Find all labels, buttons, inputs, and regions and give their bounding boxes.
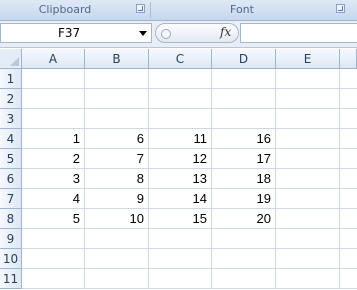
cell[interactable]: 17 (212, 149, 276, 169)
cell[interactable] (276, 249, 340, 269)
row-header[interactable]: 6 (0, 169, 22, 189)
cell[interactable]: 6 (85, 129, 149, 149)
row-header[interactable]: 4 (0, 129, 22, 149)
select-all-button[interactable] (0, 49, 22, 69)
column-header-f[interactable] (340, 49, 357, 69)
cell[interactable] (340, 129, 357, 149)
insert-function-button[interactable]: fx (220, 25, 231, 39)
row-header[interactable]: 2 (0, 89, 22, 109)
cell[interactable] (340, 69, 357, 89)
cell[interactable] (149, 269, 212, 289)
cell[interactable] (340, 209, 357, 229)
cell[interactable] (22, 109, 85, 129)
cell[interactable]: 2 (22, 149, 85, 169)
row-header[interactable]: 11 (0, 269, 22, 289)
cell[interactable] (340, 89, 357, 109)
row-header[interactable]: 8 (0, 209, 22, 229)
cell[interactable] (276, 149, 340, 169)
row-header[interactable]: 10 (0, 249, 22, 269)
cell[interactable]: 20 (212, 209, 276, 229)
expand-handle-icon[interactable] (161, 29, 171, 39)
name-box-value: F37 (58, 26, 81, 40)
cell[interactable] (276, 229, 340, 249)
cell[interactable] (340, 109, 357, 129)
cell[interactable] (340, 269, 357, 289)
cell[interactable] (85, 249, 149, 269)
cell[interactable] (340, 189, 357, 209)
cell[interactable]: 8 (85, 169, 149, 189)
cell[interactable]: 3 (22, 169, 85, 189)
cell[interactable] (22, 249, 85, 269)
cell[interactable] (85, 229, 149, 249)
row-header[interactable]: 9 (0, 229, 22, 249)
cell[interactable]: 5 (22, 209, 85, 229)
cell[interactable]: 19 (212, 189, 276, 209)
cell[interactable] (22, 89, 85, 109)
row-header[interactable]: 1 (0, 69, 22, 89)
cell[interactable] (212, 229, 276, 249)
cell[interactable] (212, 269, 276, 289)
cell[interactable] (276, 209, 340, 229)
cell[interactable] (149, 89, 212, 109)
cell[interactable] (212, 249, 276, 269)
cell[interactable] (22, 229, 85, 249)
cell[interactable] (149, 109, 212, 129)
ribbon-group-bar: Clipboard Font (0, 0, 357, 21)
cell[interactable] (212, 109, 276, 129)
cell[interactable] (149, 69, 212, 89)
ribbon-group-separator (150, 2, 151, 18)
cell[interactable]: 10 (85, 209, 149, 229)
column-header-b[interactable]: B (85, 49, 149, 69)
cell[interactable] (85, 269, 149, 289)
cell[interactable] (212, 89, 276, 109)
column-header-d[interactable]: D (212, 49, 276, 69)
cell[interactable] (276, 69, 340, 89)
cell[interactable] (276, 189, 340, 209)
column-header-c[interactable]: C (149, 49, 212, 69)
cell[interactable]: 16 (212, 129, 276, 149)
cell[interactable] (340, 229, 357, 249)
formula-input[interactable] (240, 23, 357, 43)
cell[interactable] (340, 249, 357, 269)
cell[interactable] (276, 89, 340, 109)
cell[interactable] (212, 69, 276, 89)
cell[interactable]: 12 (149, 149, 212, 169)
name-box-dropdown-icon[interactable] (139, 31, 147, 36)
row-header[interactable]: 5 (0, 149, 22, 169)
cell[interactable] (276, 269, 340, 289)
cell[interactable] (276, 109, 340, 129)
cell[interactable] (85, 109, 149, 129)
font-dialog-launcher-icon[interactable] (336, 4, 345, 13)
cell[interactable] (149, 249, 212, 269)
column-header-a[interactable]: A (22, 49, 85, 69)
formula-bar: F37 fx (0, 21, 357, 48)
cell[interactable] (149, 229, 212, 249)
cell[interactable]: 7 (85, 149, 149, 169)
cell[interactable]: 9 (85, 189, 149, 209)
cell[interactable] (340, 149, 357, 169)
formula-tools: fx (155, 23, 239, 43)
cell[interactable] (22, 269, 85, 289)
clipboard-dialog-launcher-icon[interactable] (136, 4, 145, 13)
row-header[interactable]: 3 (0, 109, 22, 129)
cell[interactable]: 15 (149, 209, 212, 229)
name-box[interactable]: F37 (0, 23, 152, 43)
cell[interactable]: 14 (149, 189, 212, 209)
cell[interactable] (85, 89, 149, 109)
cell[interactable] (276, 129, 340, 149)
cell[interactable]: 13 (149, 169, 212, 189)
ribbon-group-font-label: Font (230, 3, 254, 16)
cell[interactable]: 1 (22, 129, 85, 149)
cell[interactable] (340, 169, 357, 189)
cell[interactable]: 11 (149, 129, 212, 149)
column-header-e[interactable]: E (276, 49, 340, 69)
cell[interactable] (276, 169, 340, 189)
cell[interactable] (22, 69, 85, 89)
cell[interactable] (85, 69, 149, 89)
row-header[interactable]: 7 (0, 189, 22, 209)
cell[interactable]: 4 (22, 189, 85, 209)
ribbon-group-clipboard-label: Clipboard (38, 3, 92, 16)
cell[interactable]: 18 (212, 169, 276, 189)
